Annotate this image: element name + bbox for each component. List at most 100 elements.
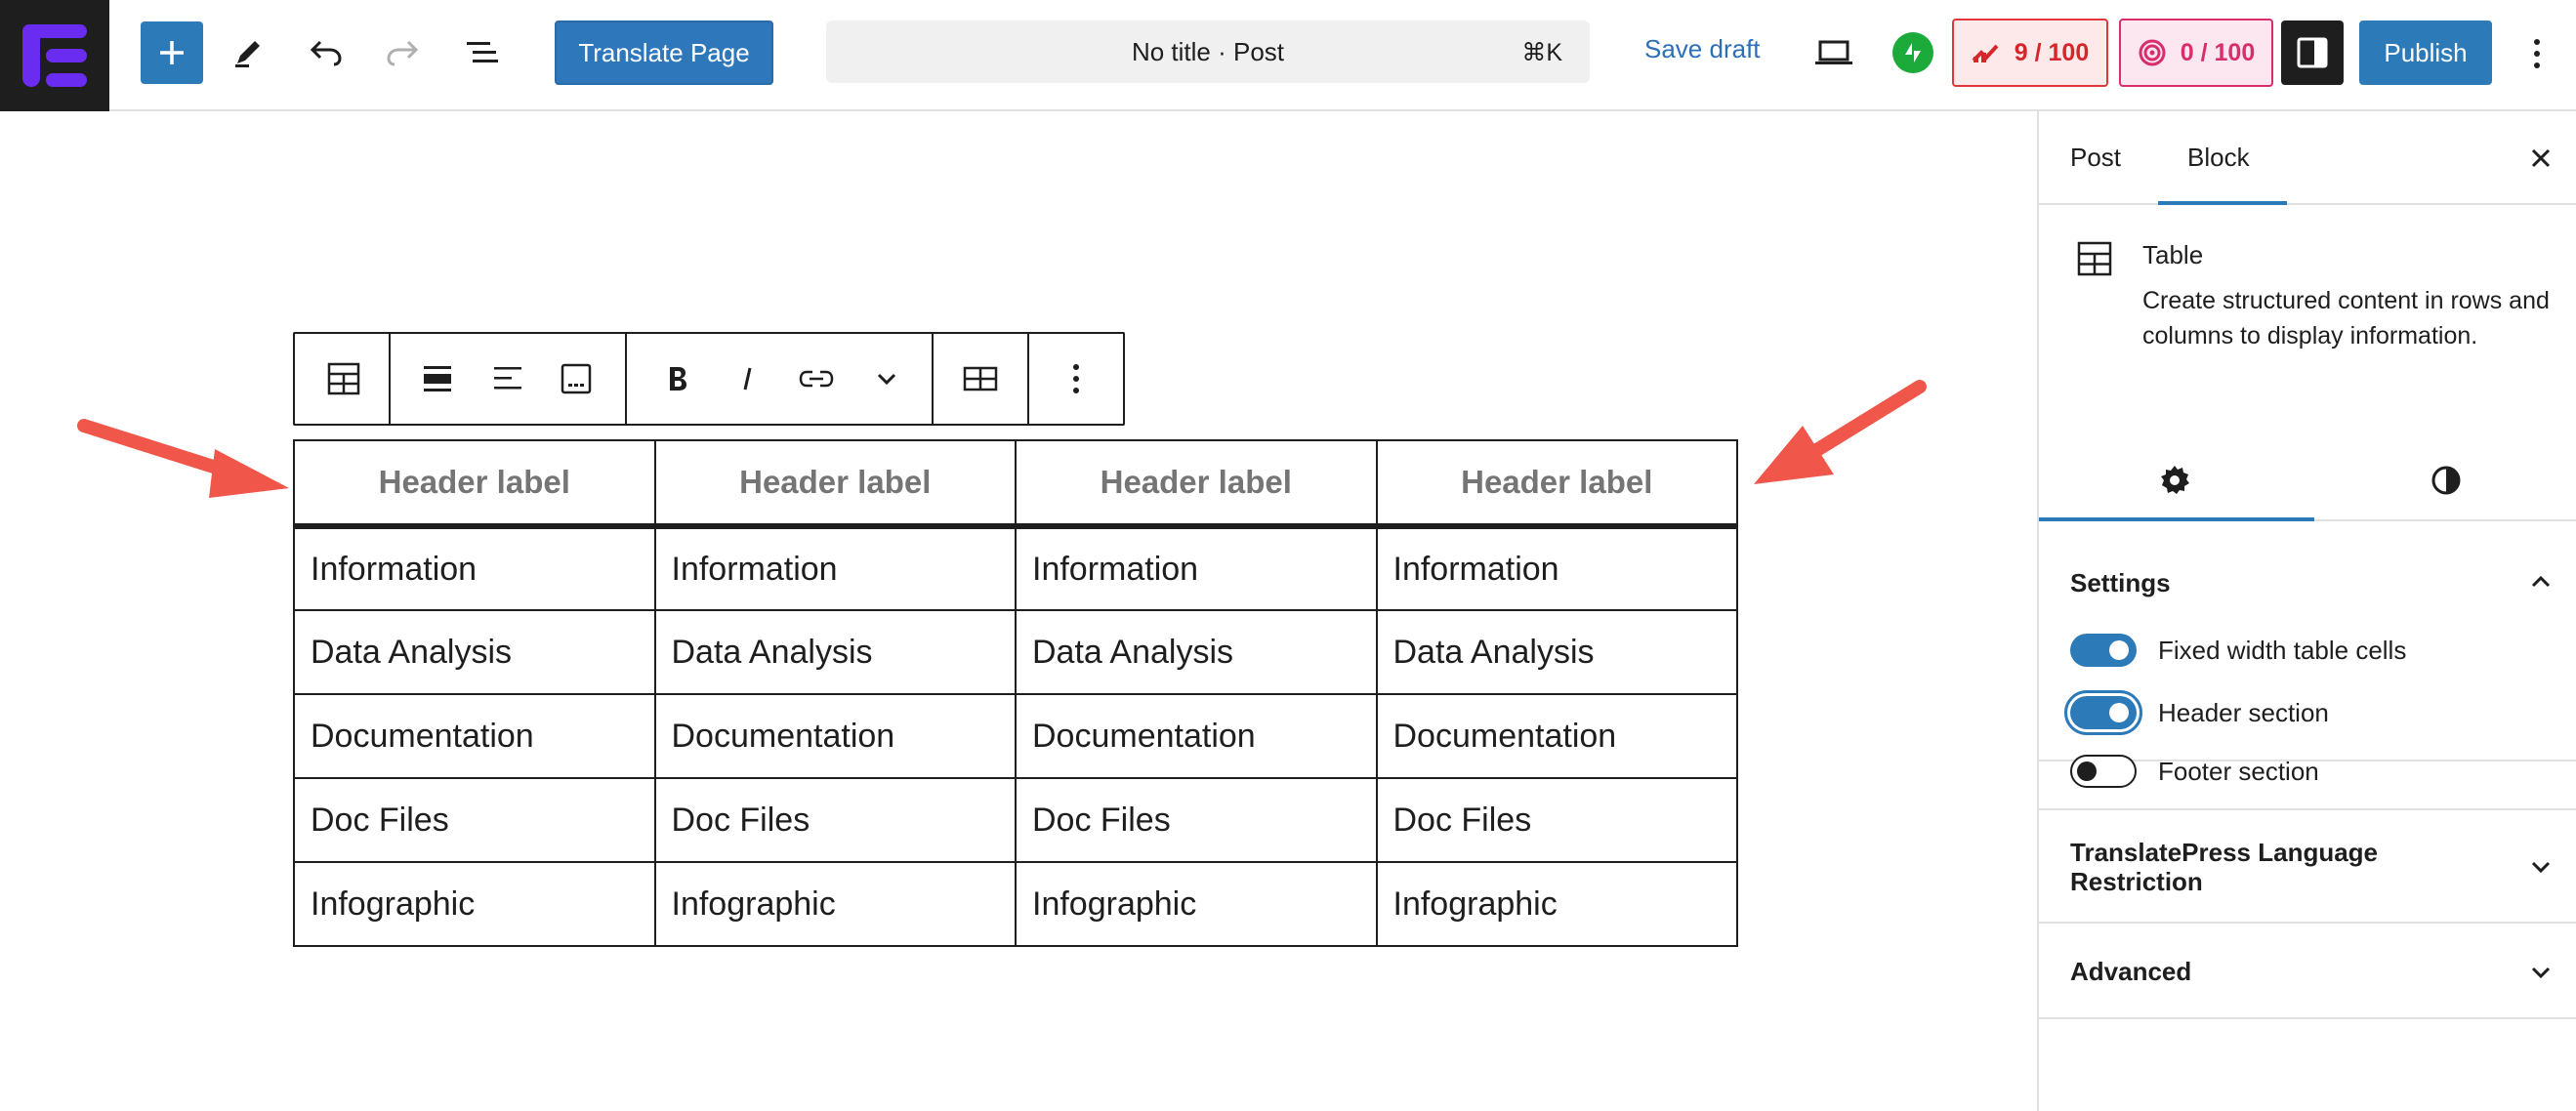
text-align-button[interactable]: [477, 348, 539, 410]
more-formatting-button[interactable]: [855, 348, 918, 410]
add-block-button[interactable]: [141, 21, 203, 84]
toolbar-divider: [389, 334, 391, 424]
tab-post[interactable]: Post: [2070, 143, 2121, 173]
table-cell[interactable]: Data Analysis: [1015, 609, 1378, 695]
table-header-cell[interactable]: Header label: [293, 439, 656, 529]
table-cell[interactable]: Data Analysis: [293, 609, 656, 695]
link-icon: [799, 370, 834, 388]
preview-button[interactable]: [1803, 21, 1865, 84]
table-header-cell[interactable]: Header label: [653, 439, 1017, 529]
inspector-tabs: [2039, 441, 2576, 521]
table-cell[interactable]: Information: [1015, 525, 1378, 611]
table-header-cell[interactable]: Header label: [1015, 439, 1378, 529]
table-cell[interactable]: Information: [1375, 525, 1738, 611]
link-button[interactable]: [785, 348, 848, 410]
jetpack-button[interactable]: [1892, 32, 1933, 73]
save-draft-button[interactable]: Save draft: [1644, 34, 1761, 64]
document-overview-button[interactable]: [451, 21, 514, 84]
table-cell[interactable]: Infographic: [653, 861, 1017, 947]
jetpack-icon: [1905, 43, 1921, 62]
block-card: Table Create structured content in rows …: [2039, 207, 2576, 369]
publish-button[interactable]: Publish: [2359, 21, 2492, 85]
site-logo-icon: [22, 24, 87, 87]
table-cell[interactable]: Documentation: [1375, 693, 1738, 779]
footer-section-toggle-row[interactable]: Footer section: [2070, 754, 2319, 789]
table-cell[interactable]: Data Analysis: [653, 609, 1017, 695]
tools-button[interactable]: [217, 21, 279, 84]
annotation-arrow-left: [77, 419, 289, 498]
settings-panel-toggle[interactable]: [2523, 564, 2558, 599]
settings-sidebar: Post Block Table Create structured conte…: [2037, 111, 2576, 1111]
table-cell[interactable]: Infographic: [293, 861, 656, 947]
block-card-title: Table: [2142, 240, 2204, 269]
seo-score-value: 9 / 100: [2014, 38, 2090, 66]
readability-score-button[interactable]: 0 / 100: [2119, 19, 2273, 87]
settings-panel-title[interactable]: Settings: [2070, 568, 2171, 598]
undo-icon: [310, 40, 342, 66]
table-cell[interactable]: Information: [653, 525, 1017, 611]
table-cell[interactable]: Documentation: [653, 693, 1017, 779]
align-left-icon: [494, 367, 521, 390]
seo-score-button[interactable]: 9 / 100: [1952, 19, 2108, 87]
toolbar-divider: [625, 334, 627, 424]
italic-button[interactable]: [717, 348, 779, 410]
site-logo[interactable]: [0, 0, 109, 111]
toolbar-divider: [932, 334, 934, 424]
translatepress-panel-toggle[interactable]: [2523, 849, 2558, 885]
redo-button[interactable]: [371, 21, 434, 84]
table-row: Information Information Information Info…: [293, 525, 1738, 611]
caption-button[interactable]: [545, 348, 607, 410]
chevron-down-icon: [2531, 967, 2551, 979]
fixed-width-label: Fixed width table cells: [2158, 635, 2407, 665]
block-align-button[interactable]: [406, 348, 469, 410]
bold-button[interactable]: [646, 348, 709, 410]
table-header-cell[interactable]: Header label: [1375, 439, 1738, 529]
active-tab-indicator: [2158, 201, 2287, 205]
table-cell[interactable]: Doc Files: [1015, 777, 1378, 863]
laptop-icon: [1815, 40, 1852, 64]
table-cell[interactable]: Information: [293, 525, 656, 611]
settings-panel: Settings Fixed width table cells Header …: [2039, 521, 2576, 788]
table-cell[interactable]: Doc Files: [293, 777, 656, 863]
readability-score-value: 0 / 100: [2180, 38, 2256, 66]
table-cell[interactable]: Infographic: [1375, 861, 1738, 947]
header-section-toggle[interactable]: [2064, 690, 2142, 735]
chevron-up-icon: [2531, 575, 2551, 588]
undo-button[interactable]: [295, 21, 357, 84]
table-row: Data Analysis Data Analysis Data Analysi…: [293, 609, 1738, 695]
header-section-toggle-row[interactable]: Header section: [2064, 690, 2329, 735]
advanced-panel-toggle[interactable]: [2523, 955, 2558, 990]
gear-icon: [2161, 466, 2189, 494]
edit-table-button[interactable]: [949, 348, 1012, 410]
table-cell[interactable]: Data Analysis: [1375, 609, 1738, 695]
advanced-panel-title[interactable]: Advanced: [2070, 957, 2191, 987]
close-sidebar-button[interactable]: [2523, 141, 2558, 176]
tab-settings[interactable]: [2039, 441, 2310, 519]
footer-section-toggle[interactable]: [2070, 755, 2137, 788]
table-cell[interactable]: Infographic: [1015, 861, 1378, 947]
plus-icon: [160, 41, 184, 64]
table-edit-icon: [963, 366, 998, 391]
fixed-width-toggle-row[interactable]: Fixed width table cells: [2070, 631, 2406, 670]
align-wide-icon: [424, 366, 451, 391]
options-menu-button[interactable]: [2517, 27, 2556, 80]
table-cell[interactable]: Doc Files: [653, 777, 1017, 863]
translatepress-panel-title[interactable]: TranslatePress Language Restriction: [2070, 838, 2461, 896]
command-palette-bar[interactable]: No title · Post ⌘K: [826, 21, 1590, 83]
translate-page-button[interactable]: Translate Page: [555, 21, 773, 85]
tab-block[interactable]: Block: [2187, 143, 2250, 173]
block-options-button[interactable]: [1045, 348, 1107, 410]
translatepress-panel: TranslatePress Language Restriction: [2039, 808, 2576, 924]
chevron-down-icon: [2531, 861, 2551, 874]
table-cell[interactable]: Documentation: [1015, 693, 1378, 779]
settings-sidebar-toggle[interactable]: [2281, 21, 2344, 85]
tab-styles[interactable]: [2310, 441, 2576, 519]
fixed-width-toggle[interactable]: [2070, 634, 2137, 667]
table-block[interactable]: Header label Header label Header label H…: [293, 439, 1738, 947]
table-cell[interactable]: Documentation: [293, 693, 656, 779]
pencil-icon: [235, 41, 260, 67]
document-title: No title · Post: [1131, 36, 1285, 66]
sidebar-icon: [2297, 37, 2328, 68]
table-cell[interactable]: Doc Files: [1375, 777, 1738, 863]
block-type-button[interactable]: [312, 348, 375, 410]
